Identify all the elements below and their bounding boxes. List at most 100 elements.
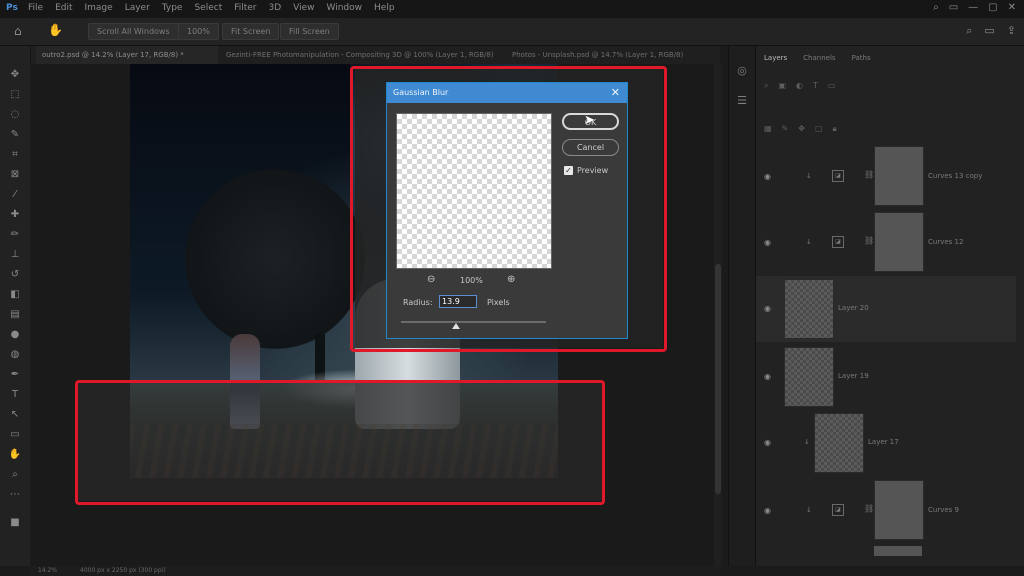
search-icon[interactable]: ⌕ — [966, 24, 972, 38]
lock-artboard-icon[interactable]: ▢ — [815, 124, 823, 134]
zoom-in-icon[interactable]: ⊕ — [507, 274, 515, 285]
canvas-scrollbar[interactable] — [714, 64, 722, 566]
layer-thumbnail-partial[interactable] — [874, 546, 922, 556]
layer-thumbnail[interactable] — [784, 347, 834, 407]
layer-row[interactable]: ◉ ↓ ◪ ⛓︎ Curves 12 — [756, 210, 1016, 276]
type-tool-icon[interactable]: T — [8, 388, 22, 402]
tab-paths[interactable]: Paths — [852, 54, 871, 62]
clip-arrow-icon: ↓ — [806, 506, 812, 514]
preview-checkbox[interactable]: ✓ — [564, 166, 573, 175]
fit-screen-button[interactable]: Fit Screen — [222, 23, 280, 40]
menu-help[interactable]: Help — [374, 3, 395, 13]
filter-pixel-icon[interactable]: ▣ — [778, 81, 786, 93]
zoom-out-icon[interactable]: ⊖ — [427, 274, 435, 285]
doc-tab-gezinti[interactable]: Gezinti-FREE Photomanipulation - Composi… — [220, 46, 502, 64]
layer-row[interactable]: ◉ ↓ Layer 17 — [756, 410, 1016, 476]
radius-slider-thumb[interactable] — [452, 323, 461, 329]
zoom-100-button[interactable]: 100% — [178, 23, 219, 40]
layer-row[interactable]: ◉ Layer 19 — [756, 344, 1016, 410]
visibility-eye-icon[interactable]: ◉ — [764, 238, 771, 247]
quick-select-tool-icon[interactable]: ✎ — [8, 128, 22, 142]
visibility-eye-icon[interactable]: ◉ — [764, 438, 771, 447]
tab-channels[interactable]: Channels — [803, 54, 835, 62]
move-tool-icon[interactable]: ✥ — [8, 68, 22, 82]
path-select-tool-icon[interactable]: ↖ — [8, 408, 22, 422]
color-panel-icon[interactable]: ◎ — [735, 64, 749, 78]
blur-tool-icon[interactable]: ● — [8, 328, 22, 342]
filter-adjust-icon[interactable]: ◐ — [796, 81, 803, 93]
menu-file[interactable]: File — [28, 3, 43, 13]
frame-tool-icon[interactable]: ⊠ — [8, 168, 22, 182]
layer-mask-thumbnail[interactable] — [874, 146, 924, 206]
lock-pixels-icon[interactable]: ▦ — [764, 124, 772, 134]
minimize-icon[interactable]: — — [968, 2, 978, 13]
status-zoom[interactable]: 14.2% — [38, 567, 57, 574]
radius-input[interactable] — [439, 295, 477, 308]
zoom-tool-icon[interactable]: ⌕ — [8, 468, 22, 482]
doc-tab-photos[interactable]: Photos - Unsplash.psd @ 14.7% (Layer 1, … — [506, 46, 718, 64]
workspace-icon[interactable]: ▭ — [949, 2, 958, 13]
visibility-eye-icon[interactable]: ◉ — [764, 506, 771, 515]
menu-3d[interactable]: 3D — [269, 3, 282, 13]
history-brush-tool-icon[interactable]: ↺ — [8, 268, 22, 282]
close-window-icon[interactable]: ✕ — [1008, 2, 1016, 13]
lock-position-icon[interactable]: ✥ — [798, 124, 805, 134]
filter-search-icon[interactable]: ⌕ — [764, 81, 768, 93]
filter-type-icon[interactable]: T — [813, 81, 818, 93]
app-logo: Ps — [6, 3, 18, 13]
search-icon[interactable]: ⌕ — [933, 2, 939, 13]
menu-image[interactable]: Image — [85, 3, 113, 13]
workspace-icon[interactable]: ▭ — [984, 24, 994, 38]
crop-tool-icon[interactable]: ⌗ — [8, 148, 22, 162]
eyedropper-tool-icon[interactable]: ⁄ — [8, 188, 22, 202]
layer-row-selected[interactable]: ◉ Layer 20 — [756, 276, 1016, 342]
lasso-tool-icon[interactable]: ◌ — [8, 108, 22, 122]
cancel-button[interactable]: Cancel — [562, 139, 619, 156]
filter-shape-icon[interactable]: ▭ — [828, 81, 836, 93]
close-icon[interactable]: ✕ — [611, 86, 620, 99]
blur-preview-window[interactable] — [396, 113, 552, 269]
radius-slider-track[interactable] — [401, 321, 546, 323]
doc-tab-outro2[interactable]: outro2.psd @ 14.2% (Layer 17, RGB/8) * — [36, 46, 218, 64]
menu-window[interactable]: Window — [327, 3, 363, 13]
visibility-eye-icon[interactable]: ◉ — [764, 172, 771, 181]
lock-paint-icon[interactable]: ✎ — [782, 124, 789, 134]
menu-view[interactable]: View — [293, 3, 314, 13]
dodge-tool-icon[interactable]: ◍ — [8, 348, 22, 362]
visibility-eye-icon[interactable]: ◉ — [764, 372, 771, 381]
layer-row[interactable]: ◉ ↓ ◪ ⛓︎ Curves 9 — [756, 478, 1016, 544]
fill-screen-button[interactable]: Fill Screen — [280, 23, 339, 40]
marquee-tool-icon[interactable]: ⬚ — [8, 88, 22, 102]
foreground-color-icon[interactable]: ■ — [8, 516, 22, 530]
stamp-tool-icon[interactable]: ⊥ — [8, 248, 22, 262]
scrollbar-thumb[interactable] — [715, 264, 721, 494]
layer-name: Curves 9 — [928, 506, 959, 514]
scroll-all-windows-button[interactable]: Scroll All Windows — [88, 23, 179, 40]
dialog-titlebar[interactable]: Gaussian Blur ✕ — [387, 83, 627, 103]
layer-thumbnail[interactable] — [784, 279, 834, 339]
tab-layers[interactable]: Layers — [764, 54, 787, 62]
eraser-tool-icon[interactable]: ◧ — [8, 288, 22, 302]
lock-all-icon[interactable]: 🔒︎ — [833, 124, 837, 134]
menu-edit[interactable]: Edit — [55, 3, 72, 13]
healing-tool-icon[interactable]: ✚ — [8, 208, 22, 222]
layer-thumbnail[interactable] — [814, 413, 864, 473]
more-tools-icon[interactable]: ⋯ — [8, 488, 22, 502]
layer-row[interactable]: ◉ ↓ ◪ ⛓︎ Curves 13 copy — [756, 144, 1016, 210]
properties-panel-icon[interactable]: ☰ — [735, 94, 749, 108]
menu-filter[interactable]: Filter — [234, 3, 256, 13]
home-icon[interactable]: ⌂ — [14, 24, 22, 38]
visibility-eye-icon[interactable]: ◉ — [764, 304, 771, 313]
menu-select[interactable]: Select — [194, 3, 222, 13]
brush-tool-icon[interactable]: ✏ — [8, 228, 22, 242]
shape-tool-icon[interactable]: ▭ — [8, 428, 22, 442]
menu-layer[interactable]: Layer — [125, 3, 150, 13]
gradient-tool-icon[interactable]: ▤ — [8, 308, 22, 322]
maximize-icon[interactable]: ▢ — [988, 2, 997, 13]
layer-mask-thumbnail[interactable] — [874, 480, 924, 540]
layer-mask-thumbnail[interactable] — [874, 212, 924, 272]
menu-type[interactable]: Type — [162, 3, 183, 13]
hand-tool-icon[interactable]: ✋ — [8, 448, 22, 462]
pen-tool-icon[interactable]: ✒ — [8, 368, 22, 382]
share-icon[interactable]: ⇪ — [1007, 24, 1016, 38]
